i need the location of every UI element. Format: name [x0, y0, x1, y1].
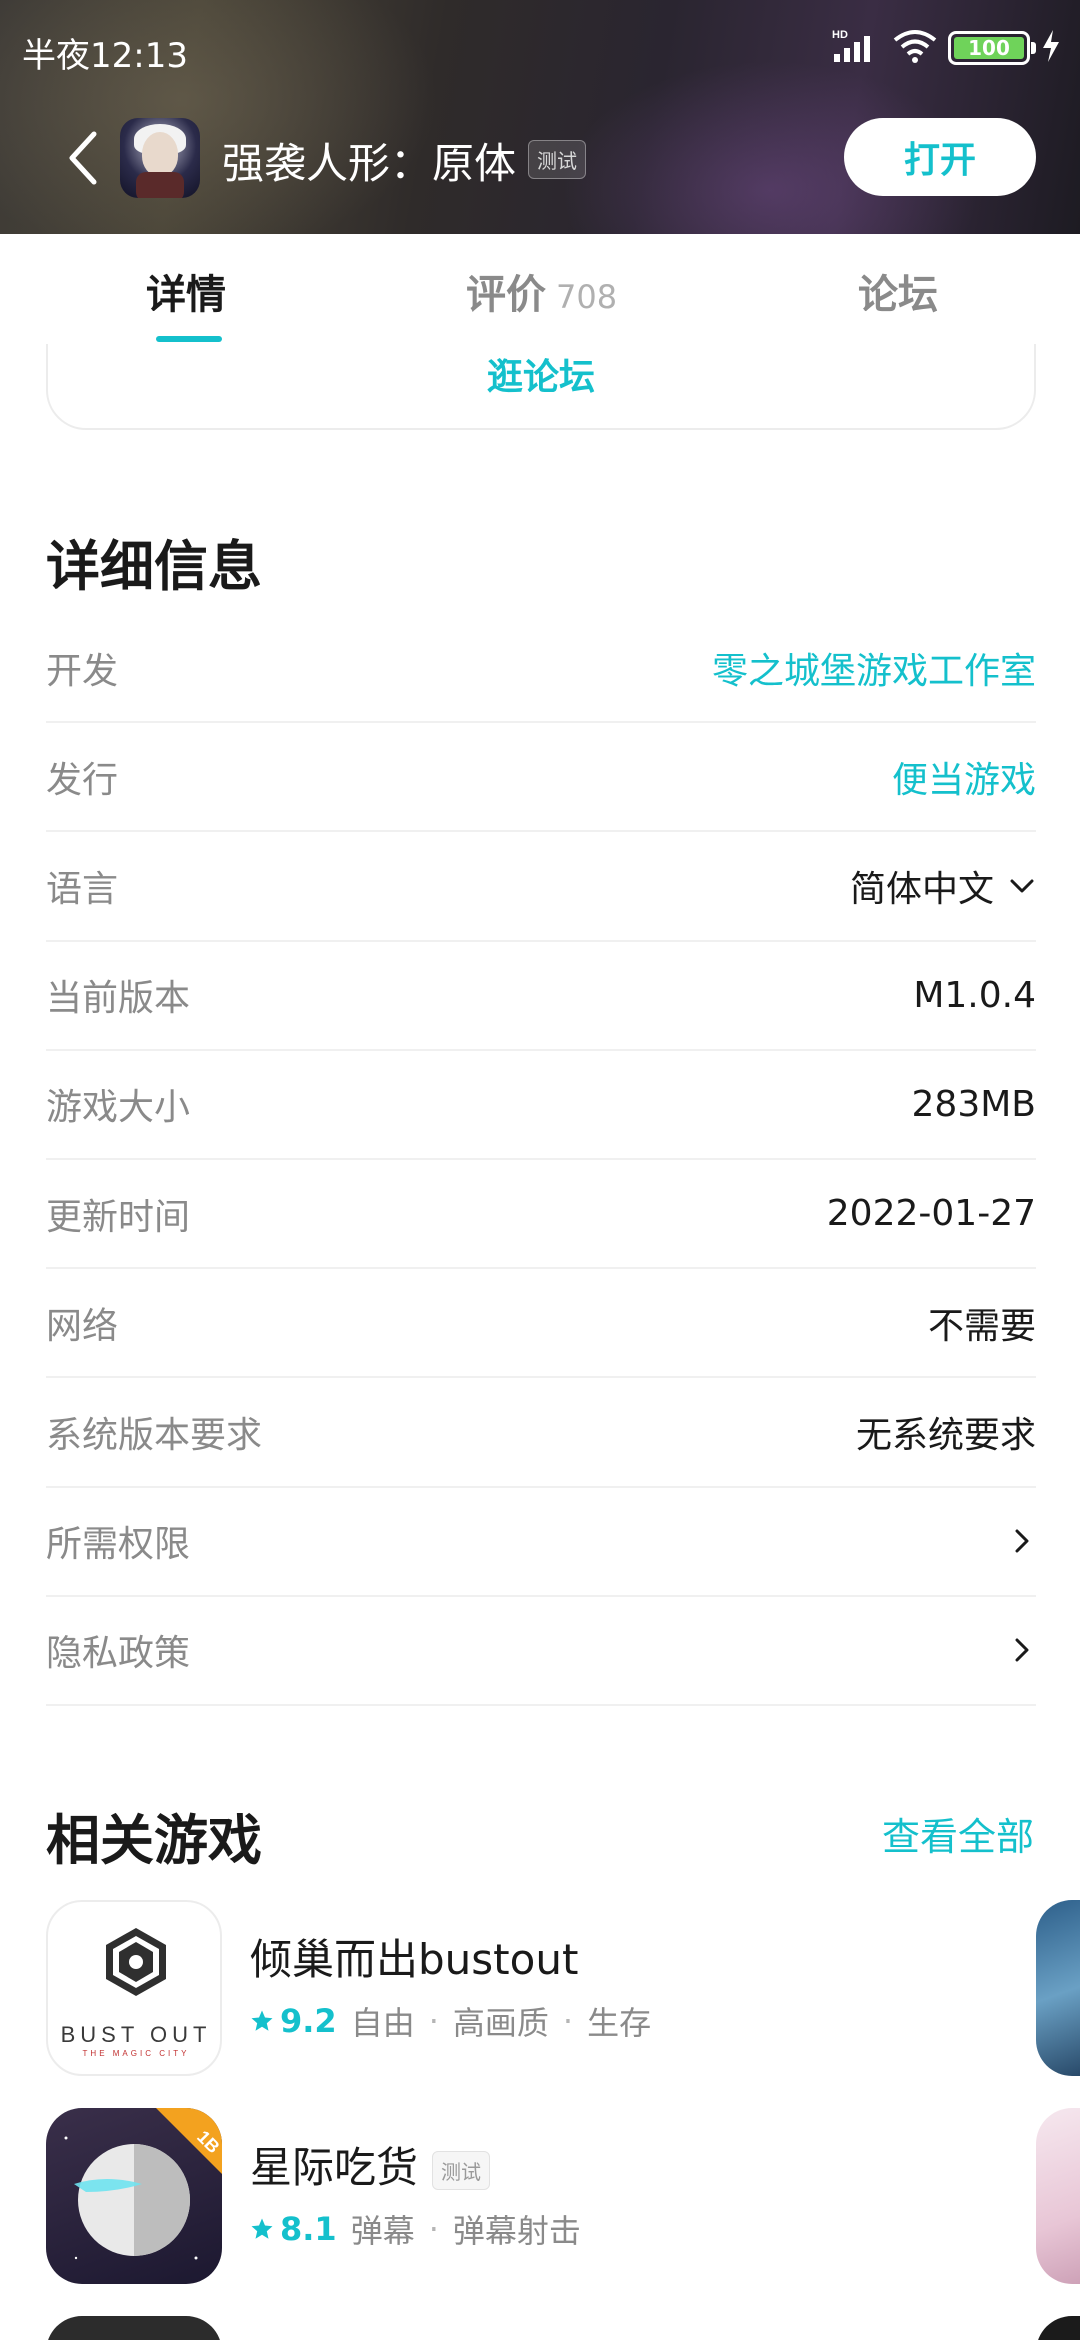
chevron-right-icon [1015, 1529, 1029, 1553]
detail-row-publisher[interactable]: 发行 便当游戏 [46, 723, 1036, 833]
updated-value: 2022-01-27 [826, 1193, 1036, 1235]
see-all-link[interactable]: 查看全部 [882, 1806, 1034, 1861]
separator-dot: · [562, 2002, 574, 2040]
bustout-logo-subtext: THE MAGIC CITY [83, 2049, 190, 2058]
chevron-down-icon [1010, 879, 1034, 893]
separator-dot: · [428, 2210, 439, 2248]
tab-reviews[interactable]: 评价 708 [466, 262, 617, 320]
back-button[interactable] [56, 126, 112, 190]
detail-label: 网络 [46, 1305, 119, 1347]
detail-row-developer[interactable]: 开发 零之城堡游戏工作室 [46, 614, 1036, 724]
detail-row-network: 网络 不需要 [46, 1269, 1036, 1379]
battery-icon: 100 [948, 31, 1036, 65]
wifi-icon [892, 28, 938, 68]
developer-link[interactable]: 零之城堡游戏工作室 [712, 642, 1036, 694]
star-icon [251, 2218, 273, 2239]
test-badge: 测试 [432, 2151, 491, 2190]
details-title: 详细信息 [46, 535, 262, 598]
detail-label: 发行 [46, 759, 119, 801]
chevron-left-icon [69, 131, 97, 185]
game-tag: 自由 [350, 2004, 415, 2042]
game-name: 倾巢而出bustout [250, 1935, 579, 1984]
game-icon-bustout: BUST OUT THE MAGIC CITY [46, 1900, 222, 2076]
rating-value: 9.2 [280, 2002, 337, 2040]
detail-row-system-requirement: 系统版本要求 无系统要求 [46, 1378, 1036, 1488]
detail-label: 隐私政策 [46, 1633, 191, 1675]
detail-label: 开发 [46, 650, 119, 692]
game-tag: 高画质 [452, 2004, 549, 2042]
status-time: 半夜12:13 [22, 36, 188, 76]
game-meta: 8.1 弹幕 · 弹幕射击 [250, 2206, 581, 2252]
status-icons: HD 100 [832, 28, 1062, 68]
detail-label: 游戏大小 [46, 1087, 191, 1129]
related-game-item-partial[interactable] [46, 2316, 222, 2340]
tab-forum-label: 论坛 [858, 272, 938, 318]
app-bar: 强袭人形：原体 测试 打开 [0, 110, 1080, 210]
app-header: 半夜12:13 HD 100 强袭人形：原体 测试 打开 [0, 0, 1080, 234]
game-meta: 9.2 自由 · 高画质 · 生存 [250, 1998, 651, 2044]
separator-dot: · [428, 2002, 439, 2040]
system-requirement-value: 无系统要求 [855, 1414, 1036, 1456]
tab-bar: 详情 评价 708 论坛 [0, 234, 1080, 344]
size-value: 283MB [911, 1083, 1036, 1125]
detail-row-updated: 更新时间 2022-01-27 [46, 1160, 1036, 1270]
game-tag: 弹幕 [350, 2212, 415, 2250]
detail-row-language[interactable]: 语言 简体中文 [46, 832, 1036, 942]
status-bar: 半夜12:13 HD 100 [0, 0, 1080, 100]
game-tag: 生存 [587, 2004, 652, 2042]
app-title: 强袭人形：原体 [222, 139, 517, 188]
detail-label: 当前版本 [46, 978, 191, 1020]
related-game-item[interactable]: 1B 星际吃货 测试 8.1 弹幕 · 弹幕射击 [46, 2108, 1026, 2284]
tab-indicator [156, 336, 222, 342]
test-badge: 测试 [528, 140, 586, 179]
rating-value: 8.1 [280, 2210, 337, 2248]
detail-label: 系统版本要求 [46, 1414, 263, 1456]
charging-icon [1040, 28, 1062, 68]
open-button[interactable]: 打开 [844, 118, 1036, 196]
battery-level: 100 [954, 36, 1024, 60]
bustout-logo-text: BUST OUT [61, 2022, 212, 2047]
related-games-title: 相关游戏 [46, 1809, 262, 1872]
tab-forum[interactable]: 论坛 [858, 262, 938, 320]
tab-details[interactable]: 详情 [146, 262, 226, 320]
publisher-link[interactable]: 便当游戏 [892, 751, 1036, 803]
tab-reviews-count: 708 [556, 278, 618, 316]
network-label: HD [832, 29, 848, 41]
game-rating: 9.2 [250, 2002, 337, 2040]
detail-row-privacy-policy[interactable]: 隐私政策 [46, 1597, 1036, 1706]
detail-label: 所需权限 [46, 1524, 191, 1566]
signal-icon: HD [832, 28, 882, 68]
language-select[interactable]: 简体中文 [850, 860, 1036, 912]
language-value: 简体中文 [849, 868, 994, 910]
detail-row-size: 游戏大小 283MB [46, 1051, 1036, 1160]
next-game-thumbnail-partial[interactable] [1036, 2316, 1080, 2340]
star-icon [251, 2010, 273, 2031]
game-icon-star-eater: 1B [46, 2108, 222, 2284]
app-icon [120, 118, 200, 198]
details-list: 开发 零之城堡游戏工作室 发行 便当游戏 语言 简体中文 当前版本 M1.0.4… [46, 614, 1036, 1706]
detail-row-version: 当前版本 M1.0.4 [46, 942, 1036, 1051]
game-rating: 8.1 [250, 2210, 337, 2248]
detail-row-permissions[interactable]: 所需权限 [46, 1488, 1036, 1597]
game-tag: 弹幕射击 [452, 2212, 581, 2250]
next-game-thumbnail[interactable] [1036, 2108, 1080, 2284]
related-game-item[interactable]: BUST OUT THE MAGIC CITY 倾巢而出bustout 9.2 … [46, 1900, 1026, 2076]
network-value: 不需要 [927, 1305, 1036, 1347]
detail-label: 更新时间 [46, 1196, 191, 1238]
tab-reviews-label: 评价 [466, 272, 546, 318]
detail-label: 语言 [46, 868, 119, 910]
chevron-right-icon [1015, 1638, 1029, 1662]
next-game-thumbnail[interactable] [1036, 1900, 1080, 2076]
game-name-wrap: 星际吃货 测试 [250, 2134, 491, 2195]
game-name: 星际吃货 [250, 2143, 419, 2192]
version-value: M1.0.4 [913, 974, 1036, 1016]
tab-details-label: 详情 [146, 272, 226, 318]
